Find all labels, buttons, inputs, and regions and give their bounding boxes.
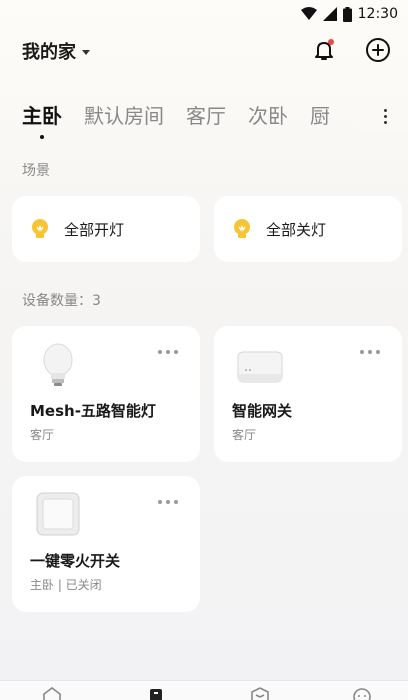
bulb-icon <box>32 219 48 238</box>
wifi-icon <box>300 7 317 20</box>
scene-all-on[interactable]: 全部开灯 <box>12 196 200 262</box>
status-time: 12:30 <box>357 6 398 22</box>
device-more-button[interactable] <box>158 500 178 504</box>
profile-nav-icon[interactable] <box>352 687 372 700</box>
tab-default-room[interactable]: 默认房间 <box>84 100 164 129</box>
more-dot <box>383 120 387 124</box>
device-more-button[interactable] <box>158 350 178 354</box>
bottom-nav <box>0 680 408 700</box>
tab-second-bedroom[interactable]: 次卧 <box>248 100 288 129</box>
tab-master-bedroom[interactable]: 主卧 <box>22 100 62 139</box>
notification-button[interactable] <box>310 36 338 64</box>
more-dot <box>383 114 387 118</box>
home-selector[interactable]: 我的家 <box>22 38 90 64</box>
status-icons: 12:30 <box>300 5 398 23</box>
scenes-title: 场景 <box>22 163 50 179</box>
device-room: 客厅 <box>232 428 257 442</box>
bell-icon <box>315 39 334 60</box>
light-bulb-icon <box>43 343 73 386</box>
add-button[interactable] <box>364 36 392 64</box>
home-nav-icon[interactable] <box>42 687 62 700</box>
scene-label: 全部关灯 <box>266 220 327 239</box>
header: 我的家 <box>0 34 408 68</box>
bulb-icon <box>234 219 250 238</box>
tab-kitchen[interactable]: 厨 <box>310 100 330 129</box>
scene-label: 全部开灯 <box>64 220 125 239</box>
gateway-icon <box>237 351 283 383</box>
scene-all-off[interactable]: 全部关灯 <box>214 196 402 262</box>
device-card-gateway[interactable]: 智能网关 客厅 <box>214 326 402 462</box>
device-name: 一键零火开关 <box>30 552 121 570</box>
home-name-label: 我的家 <box>22 42 76 63</box>
device-count: 设备数量：3 <box>22 293 101 309</box>
devices-nav-icon[interactable] <box>146 687 166 700</box>
device-card-mesh-light[interactable]: Mesh-五路智能灯 客厅 <box>12 326 200 462</box>
more-tabs-button[interactable] <box>378 106 392 126</box>
scene-nav-icon[interactable] <box>250 687 270 700</box>
device-name: Mesh-五路智能灯 <box>30 402 156 420</box>
plus-circle-icon <box>366 38 390 62</box>
wall-switch-icon <box>36 492 80 536</box>
device-room: 客厅 <box>30 428 55 442</box>
signal-icon <box>322 7 337 21</box>
more-dot <box>383 108 387 112</box>
device-card-wall-switch[interactable]: 一键零火开关 主卧 | 已关闭 <box>12 476 200 612</box>
battery-icon <box>342 6 352 22</box>
device-more-button[interactable] <box>360 350 380 354</box>
tab-living-room[interactable]: 客厅 <box>186 100 226 129</box>
tab-fade <box>328 98 408 134</box>
status-bar: 12:30 <box>0 0 408 28</box>
caret-down-icon <box>82 49 90 55</box>
device-name: 智能网关 <box>232 402 293 420</box>
device-room-status: 主卧 | 已关闭 <box>30 578 102 592</box>
